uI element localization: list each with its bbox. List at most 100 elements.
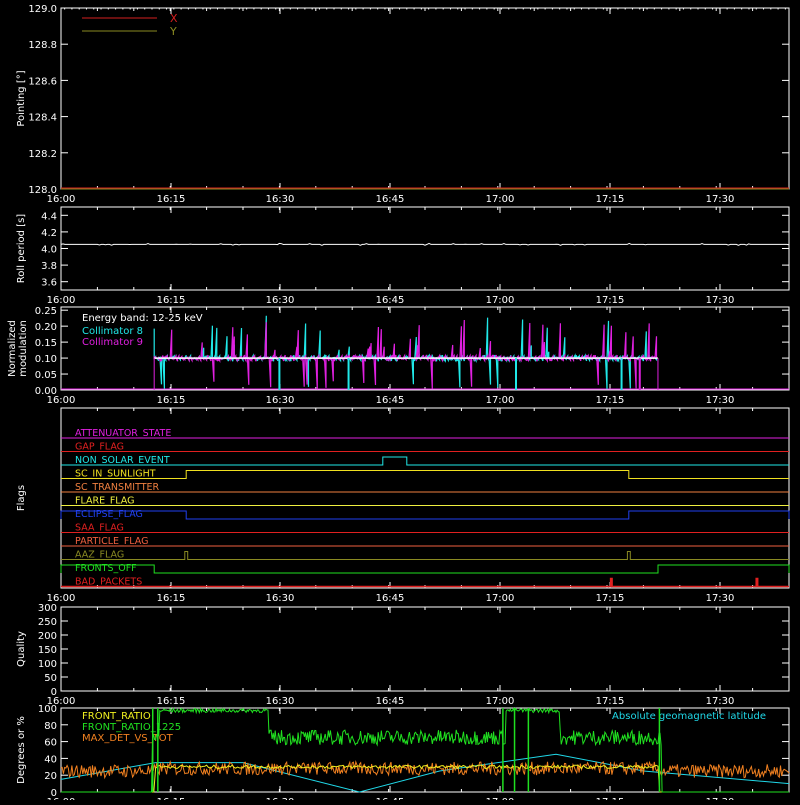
y-tick-label: 50 <box>44 673 57 684</box>
x-tick-label: 16:45 <box>376 696 405 707</box>
y-tick-label: 0.15 <box>35 338 57 349</box>
x-tick-label: 16:15 <box>157 194 186 205</box>
x-tick-label: 16:30 <box>266 194 295 205</box>
y-tick-label: 0.00 <box>35 386 57 397</box>
y-tick-label: 100 <box>38 659 57 670</box>
flag-label-sc-transmitter: SC_TRANSMITTER <box>75 482 160 493</box>
rhessi-observing-summary: 16:00 16:15 16:30 16:45 17:00 17:15 17:30 Point… <box>0 0 800 805</box>
y-tick-label: 128.4 <box>28 113 57 124</box>
x-tick-label: 17:00 <box>486 395 515 406</box>
y-tick-label: 40 <box>44 754 57 765</box>
x-tick-label: 17:30 <box>706 696 735 707</box>
legend-label-front-ratio: FRONT_RATIO <box>82 711 151 722</box>
collimator-8-trace <box>153 315 658 390</box>
x-tick-label: 17:30 <box>706 395 735 406</box>
y-tick-label: 150 <box>38 645 57 656</box>
x-tick-label: 17:00 <box>486 593 515 604</box>
y-tick-label: 129.0 <box>28 4 57 15</box>
y-tick-label: 0 <box>51 788 57 799</box>
summary-plot: 16:00 16:15 16:30 16:45 17:00 17:15 17:30 Point… <box>7 4 790 805</box>
y-tick-label: 3.6 <box>41 278 57 289</box>
panel-0: 16:00 16:15 16:30 16:45 17:00 17:15 17:30Point… <box>16 4 790 205</box>
x-tick-label: 17:15 <box>596 194 625 205</box>
y-tick-label: 0.25 <box>35 306 57 317</box>
x-tick-label: 17:00 <box>486 696 515 707</box>
y-axis-label: Quality <box>16 631 27 667</box>
x-tick-label: 17:00 <box>486 295 515 306</box>
y-tick-label: 128.0 <box>28 185 57 196</box>
y-tick-label: 0.20 <box>35 322 57 333</box>
flag-label-sc-in-sunlight: SC_IN_SUNLIGHT <box>75 469 156 480</box>
flag-label-flare-flag: FLARE_FLAG <box>75 496 135 507</box>
flag-label-saa-flag: SAA_FLAG <box>75 523 124 534</box>
flag-line-eclipse-flag <box>60 510 790 520</box>
y-tick-label: 100 <box>38 704 57 715</box>
y-tick-label: 80 <box>44 721 57 732</box>
flag-line-aaz-flag <box>61 551 789 560</box>
y-axis-label: Normalizedmodulation <box>7 320 29 377</box>
y-tick-label: 3.8 <box>41 261 57 272</box>
legend-label-front-ratio-1225: FRONT_RATIO_1225 <box>82 722 181 733</box>
x-tick-label: 17:15 <box>596 593 625 604</box>
flag-label-attenuator-state: ATTENUATOR_STATE <box>75 428 171 439</box>
y-axis-label: Roll period [s] <box>16 214 27 283</box>
y-tick-label: 128.2 <box>28 149 57 160</box>
flag-label-particle-flag: PARTICLE_FLAG <box>75 536 148 547</box>
panel-1: 16:00 16:15 16:30 16:45 17:00 17:15 17:30 Roll … <box>16 206 790 306</box>
panel-frame <box>60 606 790 692</box>
y-tick-label: 300 <box>38 603 57 614</box>
y-tick-label: 4.4 <box>41 211 57 222</box>
x-tick-label: 16:15 <box>157 295 186 306</box>
collimator-9-trace <box>153 319 658 390</box>
flag-line-non-solar-event <box>61 456 789 466</box>
x-tick-label: 17:15 <box>596 395 625 406</box>
x-tick-label: 16:15 <box>157 395 186 406</box>
x-tick-label: 17:15 <box>596 696 625 707</box>
energy-band-annotation: Energy band: 12-25 keV <box>82 313 203 324</box>
x-tick-label: 16:45 <box>376 593 405 604</box>
y-tick-label: 0 <box>51 687 57 698</box>
panel-2: 16:00 16:15 16:30 16:45 17:00 17:15 17:30Norma… <box>7 306 790 406</box>
panel-4: 16:00 16:15 16:30 16:45 17:00 17:15 17:30Quali… <box>16 603 790 707</box>
panel-frame <box>60 206 790 291</box>
x-tick-label: 17:15 <box>596 295 625 306</box>
flag-label-gap-flag: GAP_FLAG <box>75 442 124 453</box>
y-tick-label: 128.8 <box>28 40 57 51</box>
legend-label-collimator-8: Collimator 8 <box>82 326 143 337</box>
legend-label-x: X <box>170 12 178 25</box>
y-tick-label: 128.6 <box>28 76 57 87</box>
panel-3: 16:00 16:15 16:30 16:45 17:00 17:15 17:30Flags… <box>16 407 790 604</box>
legend-label-y: Y <box>169 25 177 38</box>
y-tick-label: 4.0 <box>41 245 57 256</box>
y-axis-label: Degrees or % <box>16 716 27 784</box>
y-tick-label: 20 <box>44 771 57 782</box>
y-tick-label: 4.2 <box>41 228 57 239</box>
y-axis-label: Pointing [°] <box>16 70 27 126</box>
x-tick-label: 16:45 <box>376 295 405 306</box>
legend-label-max-det-vs-tot: MAX_DET_VS_TOT <box>82 733 174 744</box>
x-tick-label: 16:30 <box>266 295 295 306</box>
series-line-front-ratio <box>61 764 789 793</box>
x-tick-label: 17:30 <box>706 593 735 604</box>
y-tick-label: 0.05 <box>35 370 57 381</box>
y-tick-label: 60 <box>44 738 57 749</box>
flag-label-non-solar-event: NON_SOLAR_EVENT <box>75 455 170 466</box>
x-tick-label: 16:30 <box>266 696 295 707</box>
x-tick-label: 16:30 <box>266 395 295 406</box>
flag-label-aaz-flag: AAZ_FLAG <box>75 550 124 561</box>
x-tick-label: 16:00 <box>47 295 76 306</box>
x-tick-label: 17:30 <box>706 295 735 306</box>
roll-period-line <box>60 242 790 246</box>
flag-line-sc-in-sunlight <box>61 470 789 479</box>
y-tick-label: 0.10 <box>35 354 57 365</box>
x-tick-label: 16:45 <box>376 194 405 205</box>
legend-label-geomagnetic-latitude: Absolute geomagnetic latitude <box>612 711 766 722</box>
y-tick-label: 200 <box>38 631 57 642</box>
x-tick-label: 17:30 <box>706 194 735 205</box>
legend-label-collimator-9: Collimator 9 <box>82 337 143 348</box>
x-tick-label: 16:15 <box>157 696 186 707</box>
x-tick-label: 17:00 <box>486 194 515 205</box>
x-tick-label: 16:30 <box>266 593 295 604</box>
x-tick-label: 16:45 <box>376 395 405 406</box>
flag-line-fronts-off <box>60 564 790 574</box>
